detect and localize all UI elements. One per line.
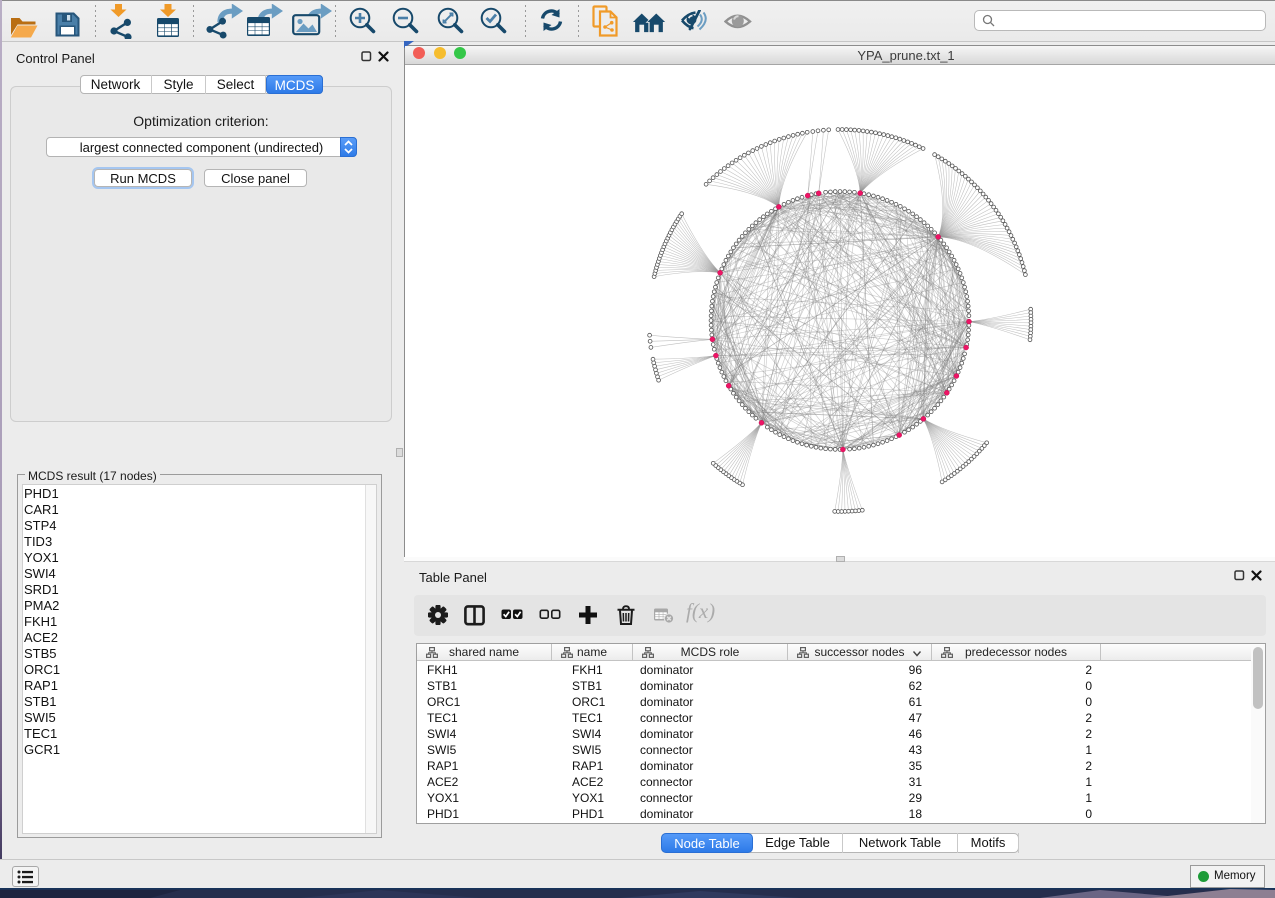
svg-text:f(x): f(x) xyxy=(686,600,715,623)
